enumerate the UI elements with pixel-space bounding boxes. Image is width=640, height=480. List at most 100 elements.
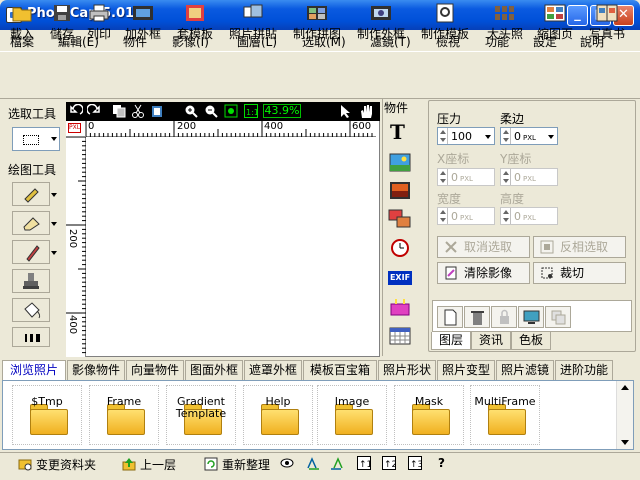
- chevron-down-icon[interactable]: [51, 137, 57, 141]
- view-mode-3-icon[interactable]: ↑3: [408, 456, 422, 470]
- eraser-tool[interactable]: [12, 211, 50, 235]
- brush-size-tool[interactable]: [12, 327, 50, 347]
- pointer-icon[interactable]: [338, 104, 354, 118]
- tab-advanced[interactable]: 进阶功能: [555, 360, 613, 380]
- up-level-button[interactable]: 上一层: [122, 456, 176, 473]
- width-spinner[interactable]: 0 PXL: [437, 207, 495, 225]
- folder-scrollbar[interactable]: [616, 381, 633, 449]
- layered-image-icon[interactable]: [388, 209, 412, 229]
- clock-icon[interactable]: [388, 238, 412, 258]
- cake-icon[interactable]: [388, 296, 412, 316]
- delete-layer-button[interactable]: [464, 306, 490, 328]
- crop-button[interactable]: 裁切: [533, 262, 626, 284]
- spin-arrows[interactable]: [438, 128, 448, 144]
- print-button[interactable]: 列印: [87, 3, 111, 42]
- tab-picture-frames[interactable]: 图面外框: [185, 360, 243, 380]
- sort-asc-icon[interactable]: [306, 456, 320, 470]
- save-button[interactable]: 儲存: [50, 3, 74, 42]
- folder-item[interactable]: Help: [243, 385, 313, 445]
- invert-selection-button[interactable]: 反相选取: [533, 236, 626, 258]
- clear-image-button[interactable]: 清除影像: [437, 262, 530, 284]
- apply-template-button[interactable]: 套模板: [177, 3, 213, 42]
- lock-layer-button[interactable]: [491, 306, 517, 328]
- tab-vector-objects[interactable]: 向量物件: [126, 360, 184, 380]
- tab-layers[interactable]: 图层: [431, 332, 471, 350]
- layer-image-button[interactable]: [518, 306, 544, 328]
- folder-item[interactable]: Frame: [89, 385, 159, 445]
- new-layer-button[interactable]: [437, 306, 463, 328]
- change-folder-button[interactable]: 变更资料夹: [18, 456, 96, 473]
- stamp-tool[interactable]: [12, 269, 50, 293]
- sort-desc-icon[interactable]: [330, 456, 344, 470]
- help-button[interactable]: ?: [438, 456, 445, 470]
- cancel-selection-button[interactable]: 取消选取: [437, 236, 530, 258]
- tab-template-box[interactable]: 模板百宝箱: [303, 360, 377, 380]
- thumbnail-page-button[interactable]: 縮图页: [537, 3, 573, 42]
- view-mode-1-icon[interactable]: ↑1: [357, 456, 371, 470]
- height-spinner[interactable]: 0 PXL: [500, 207, 558, 225]
- refresh-button[interactable]: 重新整理: [204, 456, 270, 473]
- calendar-icon[interactable]: [388, 326, 412, 346]
- copy-icon[interactable]: [112, 104, 126, 118]
- photo-book-button[interactable]: 写真书: [589, 3, 625, 42]
- actual-size-icon[interactable]: 1:1: [244, 104, 258, 118]
- make-frame-button[interactable]: 制作外框: [357, 3, 405, 42]
- photo-collage-button[interactable]: 照片拼貼: [229, 3, 277, 42]
- undo-icon[interactable]: [69, 104, 83, 118]
- view-mode-2-icon[interactable]: ↑2: [382, 456, 396, 470]
- tab-photo-transform[interactable]: 照片变型: [437, 360, 495, 380]
- scroll-up-icon[interactable]: [621, 385, 629, 390]
- folder-item[interactable]: Image: [317, 385, 387, 445]
- tab-browse-photos[interactable]: 浏览照片: [2, 360, 66, 380]
- spin-arrows[interactable]: [501, 208, 511, 224]
- tab-swatches[interactable]: 色板: [511, 332, 551, 350]
- chevron-down-icon[interactable]: [548, 135, 554, 139]
- ruler-corner: PXL: [66, 121, 86, 137]
- text-object-icon[interactable]: T: [390, 120, 405, 144]
- tab-photo-shapes[interactable]: 照片形状: [378, 360, 436, 380]
- spin-arrows[interactable]: [438, 208, 448, 224]
- chevron-down-icon[interactable]: [51, 251, 57, 255]
- soft-edge-spinner[interactable]: 0 PXL: [500, 127, 558, 145]
- scroll-down-icon[interactable]: [621, 440, 629, 445]
- drawing-canvas[interactable]: [87, 138, 376, 356]
- chevron-down-icon[interactable]: [51, 222, 57, 226]
- tab-image-objects[interactable]: 影像物件: [67, 360, 125, 380]
- x-coord-spinner[interactable]: 0 PXL: [437, 168, 495, 186]
- fit-window-icon[interactable]: [224, 104, 238, 118]
- folder-item[interactable]: Mask: [394, 385, 464, 445]
- folder-icon: [488, 404, 526, 435]
- folder-item[interactable]: Gradient Template: [166, 385, 236, 445]
- fill-tool[interactable]: [12, 298, 50, 322]
- highlighter-tool[interactable]: [12, 182, 50, 206]
- photo-object-icon[interactable]: [388, 181, 412, 201]
- load-button[interactable]: 載入: [10, 3, 34, 42]
- zoom-in-icon[interactable]: [184, 104, 198, 118]
- tab-photo-filters[interactable]: 照片滤镜: [496, 360, 554, 380]
- add-frame-button[interactable]: 加外框: [125, 3, 161, 42]
- chevron-down-icon[interactable]: [485, 135, 491, 139]
- hand-icon[interactable]: [358, 104, 376, 118]
- paste-icon[interactable]: [150, 104, 164, 118]
- eye-icon[interactable]: [280, 456, 294, 470]
- exif-icon[interactable]: EXIF: [388, 271, 412, 285]
- make-template-button[interactable]: 制作模板: [421, 3, 469, 42]
- image-object-icon[interactable]: [388, 153, 412, 173]
- merge-layer-button[interactable]: [545, 306, 571, 328]
- chevron-down-icon[interactable]: [51, 193, 57, 197]
- y-coord-spinner[interactable]: 0 PXL: [500, 168, 558, 186]
- redo-icon[interactable]: [87, 104, 101, 118]
- pressure-spinner[interactable]: 100: [437, 127, 495, 145]
- make-puzzle-button[interactable]: 制作拼图: [293, 3, 341, 42]
- zoom-out-icon[interactable]: [204, 104, 218, 118]
- tab-info[interactable]: 资讯: [471, 332, 511, 350]
- spin-arrows[interactable]: [438, 169, 448, 185]
- spin-arrows[interactable]: [501, 128, 511, 144]
- id-photo-button[interactable]: 大头照: [487, 3, 523, 42]
- tab-mask-frames[interactable]: 遮罩外框: [244, 360, 302, 380]
- spin-arrows[interactable]: [501, 169, 511, 185]
- cut-icon[interactable]: [131, 104, 145, 118]
- pencil-tool[interactable]: [12, 240, 50, 264]
- folder-item[interactable]: $Tmp: [12, 385, 82, 445]
- folder-item[interactable]: MultiFrame: [470, 385, 540, 445]
